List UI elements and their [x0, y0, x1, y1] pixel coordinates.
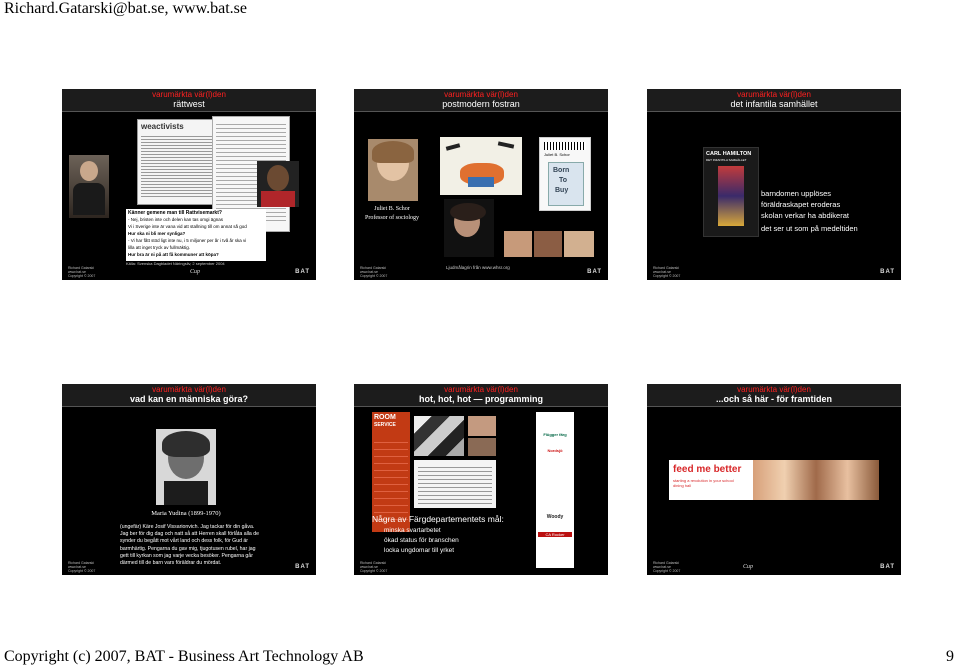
slide-footer-credit: Richard Gatarski www.bat.se Copyright © …	[360, 266, 388, 278]
man-photo	[69, 155, 109, 218]
slide-footer-credit: Richard Gatarski www.bat.se Copyright © …	[68, 561, 96, 573]
schor-role: Professor of sociology	[365, 215, 419, 221]
kids-photo-strip	[753, 460, 879, 500]
goals-heading: Några av Färgdepartementets mål:	[372, 514, 504, 524]
body-line-2: föräldraskapet eroderas	[761, 200, 841, 209]
kids-photo-1	[504, 231, 532, 257]
painters-photo	[414, 416, 464, 456]
slide-title: postmodern fostran	[442, 99, 520, 109]
bat-logo: BAT	[295, 564, 310, 570]
yudina-portrait	[156, 429, 216, 505]
shopping-bag: Born To Buy	[548, 162, 584, 206]
hamilton-book: CARL HAMILTON DET INFANTILA SAMHÄLLET	[703, 147, 759, 237]
source-caption: Källa: Svenska Dagbladet Näringsliv, 2 s…	[126, 261, 225, 266]
body-line-4: det ser ut som på medeltiden	[761, 224, 858, 233]
book-author: CARL HAMILTON	[706, 151, 752, 157]
slide-title: vad kan en människa göra?	[129, 394, 249, 404]
slide-tag: varumärkta vär(l)den	[152, 385, 226, 394]
bat-logo: BAT	[587, 269, 602, 275]
bat-logo: BAT	[880, 269, 895, 275]
page-header: Richard.Gatarski@bat.se, www.bat.se	[4, 0, 247, 17]
headshot-1	[468, 416, 496, 436]
bat-logo: BAT	[295, 269, 310, 275]
book-author: Juliet B. Schor	[544, 152, 570, 157]
slide-tag: varumärkta vär(l)den	[444, 90, 518, 99]
kids-photo-2	[534, 231, 562, 257]
banner-subline: starting a revolution in your school din…	[673, 478, 734, 488]
slide-och-sa-har: varumärkta vär(l)den ...och så här - för…	[647, 384, 901, 575]
book-barcode	[544, 142, 586, 150]
born-to-buy-book: Juliet B. Schor Born To Buy	[539, 137, 591, 211]
cup-logo: Cup	[743, 564, 754, 570]
slide-hot-hot-hot: varumärkta vär(l)den hot, hot, hot — pro…	[354, 384, 608, 575]
bat-logo: BAT	[880, 564, 895, 570]
yudina-caption: Maria Yudina (1899-1970)	[151, 510, 221, 517]
page-footer: Copyright (c) 2007, BAT - Business Art T…	[4, 648, 364, 665]
slide-title: det infantila samhället	[730, 99, 818, 109]
woman-photo	[257, 161, 299, 207]
room-service-logo-1: ROOM	[374, 414, 396, 421]
book-cover-figure	[718, 166, 744, 226]
image-credit: Ljudmålagrin från www.whsr.org	[446, 265, 510, 270]
slide-tag: varumärkta vär(l)den	[152, 90, 226, 99]
body-line-3: skolan verkar ha abdikerat	[761, 211, 849, 220]
slide-footer-credit: Richard Gatarski www.bat.se Copyright © …	[360, 561, 388, 573]
goal-3: locka ungdomar till yrket	[384, 547, 455, 554]
slide-rattwest: varumärkta vär(l)den rättwest weactivist…	[62, 89, 316, 280]
slide-title: ...och så här - för framtiden	[715, 394, 833, 404]
interview-heading: Känner gemene man till Rattvisemarkt?	[128, 210, 222, 216]
sponsor-logo-column: Flügger färg Nordsjö Woody CA Rocker	[536, 412, 574, 568]
interview-line-5: lilla att inget tryck av fullmäktig.	[128, 245, 191, 250]
schor-portrait	[368, 139, 418, 201]
kids-photo-3	[564, 231, 594, 257]
slide-vad-kan-en-manniska-gora: varumärkta vär(l)den vad kan en människa…	[62, 384, 316, 575]
feed-me-better-banner: feed me better starting a revolution in …	[669, 460, 879, 500]
sponsor-flugger: Flügger färg	[543, 432, 567, 437]
body-line-1: barndomen upplöses	[761, 189, 832, 198]
interview-line-4: - Vi har fått stöd ligt inte nu, i 5 mil…	[128, 238, 247, 243]
slide-footer-credit: Richard Gatarski www.bat.se Copyright © …	[653, 561, 681, 573]
interview-line-2: Vi i Sverige inte är vana vid att stalln…	[128, 224, 247, 229]
interview-line-6: Hur bra är ni på att få kommuner att köp…	[128, 252, 219, 257]
slide-tag: varumärkta vär(l)den	[444, 385, 518, 394]
slide-footer-credit: Richard Gatarski www.bat.se Copyright © …	[653, 266, 681, 278]
slide-tag: varumärkta vär(l)den	[737, 90, 811, 99]
cartoon-illustration	[440, 137, 522, 195]
interview-line-3: Hur ska ni bli mer synliga?	[128, 231, 186, 236]
slide-title: rättwest	[173, 99, 205, 109]
sponsor-nordsjo: Nordsjö	[547, 448, 563, 453]
slide-tag: varumärkta vär(l)den	[737, 385, 811, 394]
schor-name: Juliet B. Schor	[374, 206, 410, 212]
sponsor-woody: Woody	[546, 514, 564, 520]
teen-photo	[444, 199, 494, 257]
headshot-2	[468, 438, 496, 456]
banner-headline: feed me better	[673, 464, 742, 475]
slide-footer-credit: Richard Gatarski www.bat.se Copyright © …	[68, 266, 96, 278]
sponsor-carocker: CA Rocker	[538, 532, 572, 537]
weactivists-logo: weactivists	[141, 122, 184, 131]
book-subtitle: DET INFANTILA SAMHÄLLET	[706, 158, 747, 162]
yudina-letter: (ungefär) Käre Josif Vissarionvich. Jag …	[120, 524, 259, 567]
web-page-mock	[414, 460, 496, 508]
goal-1: minska svartarbetet	[384, 527, 441, 534]
slide-postmodern-fostran: varumärkta vär(l)den postmodern fostran …	[354, 89, 608, 280]
goal-2: ökad status för branschen	[384, 537, 459, 544]
room-service-logo-2: SERVICE	[374, 422, 396, 428]
cup-logo: Cup	[190, 269, 201, 275]
slide-title: hot, hot, hot — programming	[419, 394, 543, 404]
interview-line-1: - Nej, bristen inte och delen kan tas om…	[128, 217, 224, 222]
interview-box: Känner gemene man till Rattvisemarkt? - …	[126, 209, 266, 261]
slide-infantila-samhallet: varumärkta vär(l)den det infantila samhä…	[647, 89, 901, 280]
page-number: 9	[946, 648, 954, 665]
